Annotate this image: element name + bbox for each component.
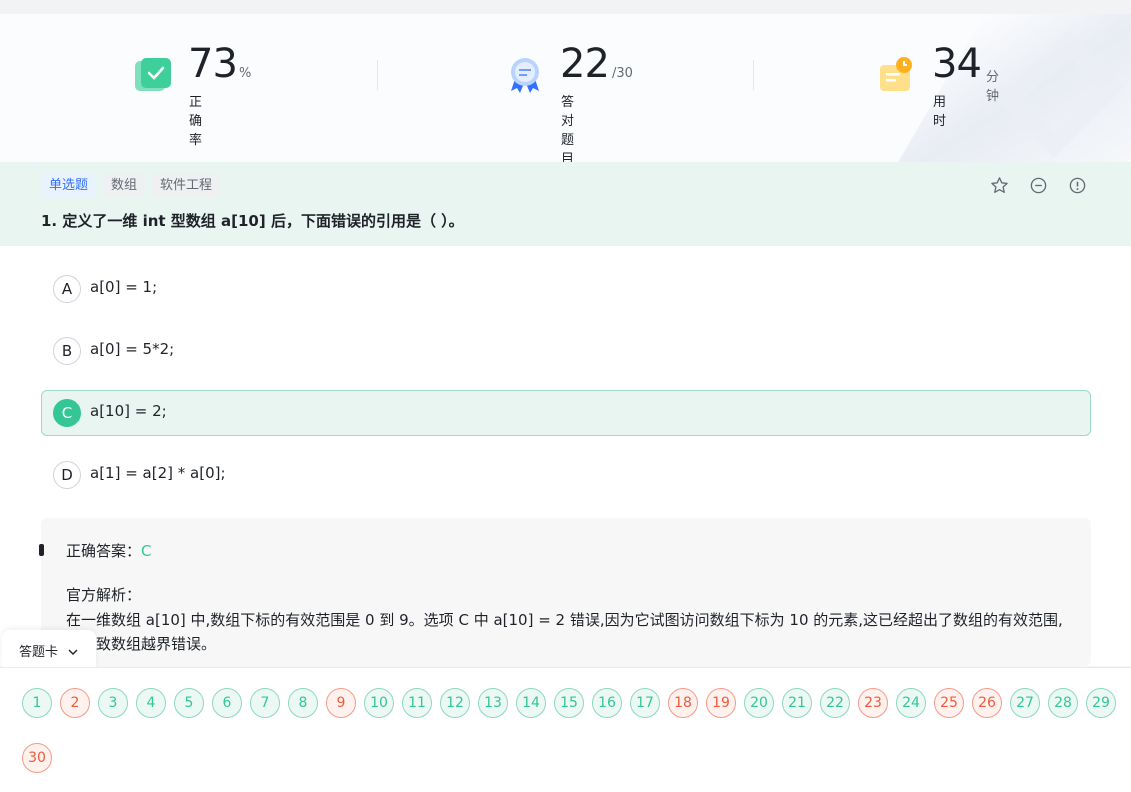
correct-answer-label: 正确答案：	[66, 542, 142, 560]
accuracy-label: 正确率	[189, 95, 203, 148]
option-text: a[0] = 5*2;	[90, 340, 175, 358]
question-number-16[interactable]: 16	[592, 688, 622, 718]
question-number-6[interactable]: 6	[212, 688, 242, 718]
accuracy-value: 73	[188, 41, 238, 87]
question-number-19[interactable]: 19	[706, 688, 736, 718]
explanation-title: 官方解析：	[66, 586, 142, 604]
question-number-25[interactable]: 25	[934, 688, 964, 718]
question-number-9[interactable]: 9	[326, 688, 356, 718]
correct-count-label: 答对题目数	[561, 95, 575, 162]
tag-subject: 软件工程	[152, 174, 221, 197]
question-number-12[interactable]: 12	[440, 688, 470, 718]
correct-count-total: /30	[612, 66, 633, 81]
option-letter: D	[53, 461, 81, 489]
option-text: a[10] = 2;	[90, 402, 167, 420]
accuracy-unit: %	[239, 66, 252, 81]
question-number-18[interactable]: 18	[668, 688, 698, 718]
question-number-1[interactable]: 1	[22, 688, 52, 718]
explanation-text: 在一维数组 a[10] 中,数组下标的有效范围是 0 到 9。选项 C 中 a[…	[66, 611, 1063, 653]
question-number-2[interactable]: 2	[60, 688, 90, 718]
question-number-4[interactable]: 4	[136, 688, 166, 718]
accuracy-check-icon	[133, 55, 173, 95]
option-d[interactable]: D a[1] = a[2] * a[0];	[41, 452, 1091, 498]
section-marker	[39, 544, 44, 556]
time-used-value: 34	[932, 41, 982, 87]
question-number-21[interactable]: 21	[782, 688, 812, 718]
award-ribbon-icon	[505, 55, 545, 95]
tag-question-type: 单选题	[41, 174, 97, 197]
question-number-29[interactable]: 29	[1086, 688, 1116, 718]
time-used-label: 用时	[933, 95, 947, 129]
question-number-23[interactable]: 23	[858, 688, 888, 718]
report-icon[interactable]	[1068, 176, 1087, 195]
question-number-13[interactable]: 13	[478, 688, 508, 718]
question-number-20[interactable]: 20	[744, 688, 774, 718]
question-tags: 单选题 数组 软件工程	[41, 174, 221, 197]
question-number-22[interactable]: 22	[820, 688, 850, 718]
question-number-3[interactable]: 3	[98, 688, 128, 718]
answer-card-label: 答题卡	[19, 645, 59, 660]
correct-answer-value: C	[141, 542, 152, 560]
minus-circle-icon[interactable]	[1029, 176, 1048, 195]
question-number-7[interactable]: 7	[250, 688, 280, 718]
answer-card: 1 2 3 4 5 6 7 8 9 10 11 12 13 14 15 16 17 18 19 20 21 22 23 24 2…	[0, 667, 1131, 792]
question-number-26[interactable]: 26	[972, 688, 1002, 718]
chevron-down-icon	[67, 643, 79, 655]
correct-answer: 正确答案：C	[66, 540, 152, 561]
question-number-24[interactable]: 24	[896, 688, 926, 718]
option-letter: B	[53, 337, 81, 365]
question-header: 单选题 数组 软件工程 1. 定义了一维 int 型数组 a[10] 后，下面错…	[0, 162, 1131, 246]
time-used-unit: 分钟	[986, 70, 1000, 104]
question-number-5[interactable]: 5	[174, 688, 204, 718]
option-b[interactable]: B a[0] = 5*2;	[41, 328, 1091, 374]
question-number-28[interactable]: 28	[1048, 688, 1078, 718]
result-summary: 73 % 正确率 22 /30 答对题目数	[0, 14, 1131, 162]
question-title: 1. 定义了一维 int 型数组 a[10] 后，下面错误的引用是（ ）。	[41, 212, 464, 230]
question-number-30[interactable]: 30	[22, 743, 52, 773]
option-c[interactable]: C a[10] = 2;	[41, 390, 1091, 436]
option-text: a[0] = 1;	[90, 278, 158, 296]
option-letter: C	[53, 399, 81, 427]
question-number-8[interactable]: 8	[288, 688, 318, 718]
question-number-10[interactable]: 10	[364, 688, 394, 718]
divider	[753, 60, 754, 90]
question-number-15[interactable]: 15	[554, 688, 584, 718]
divider	[377, 60, 378, 90]
top-strip	[0, 0, 1131, 14]
answer-explanation: 正确答案：C 官方解析： 在一维数组 a[10] 中,数组下标的有效范围是 0 …	[39, 518, 1091, 666]
question-number-grid: 1 2 3 4 5 6 7 8 9 10 11 12 13 14 15 16 17 18 19 20 21 22 23 24 2…	[22, 688, 1122, 773]
answer-card-toggle[interactable]: 答题卡	[2, 630, 96, 670]
option-text: a[1] = a[2] * a[0];	[90, 464, 226, 482]
question-number-11[interactable]: 11	[402, 688, 432, 718]
option-a[interactable]: A a[0] = 1;	[41, 266, 1091, 312]
options-area: A a[0] = 1; B a[0] = 5*2; C a[10] = 2; D…	[0, 246, 1131, 666]
question-actions	[990, 176, 1087, 195]
tag-topic: 数组	[103, 174, 146, 197]
star-icon[interactable]	[990, 176, 1009, 195]
clock-note-icon	[877, 55, 917, 95]
question-number-17[interactable]: 17	[630, 688, 660, 718]
question-number-27[interactable]: 27	[1010, 688, 1040, 718]
option-letter: A	[53, 275, 81, 303]
question-number-14[interactable]: 14	[516, 688, 546, 718]
correct-count-value: 22	[560, 41, 610, 87]
